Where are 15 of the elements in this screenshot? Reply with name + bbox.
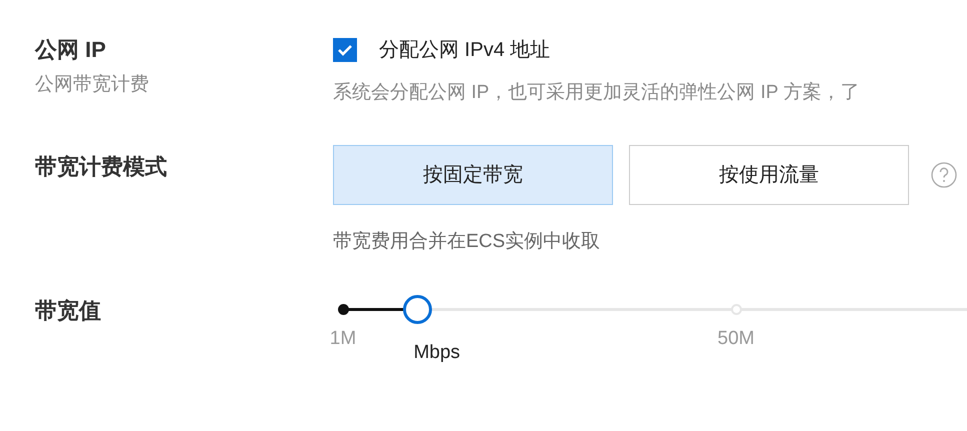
section-label: 带宽值 [35,298,101,323]
checkbox-label: 分配公网 IPv4 地址 [379,38,550,63]
section-label: 带宽计费模式 [35,154,167,179]
description-text: 系统会分配公网 IP，也可采用更加灵活的弹性公网 IP 方案，了 [333,80,860,105]
option-button[interactable]: 按固定带宽 [333,145,613,205]
unit-label: Mbps [414,341,460,365]
checkbox[interactable] [333,38,357,62]
note-text: 带宽费用合并在ECS实例中收取 [333,230,600,254]
option-button[interactable]: 按使用流量 [629,145,909,205]
section-sublabel: 公网带宽计费 [35,73,149,97]
tick-label: 50M [718,327,754,351]
tick-label: 1M [330,327,356,351]
slider-handle[interactable] [402,295,432,324]
section-label: 公网 IP [35,36,106,64]
check-icon [337,44,353,56]
